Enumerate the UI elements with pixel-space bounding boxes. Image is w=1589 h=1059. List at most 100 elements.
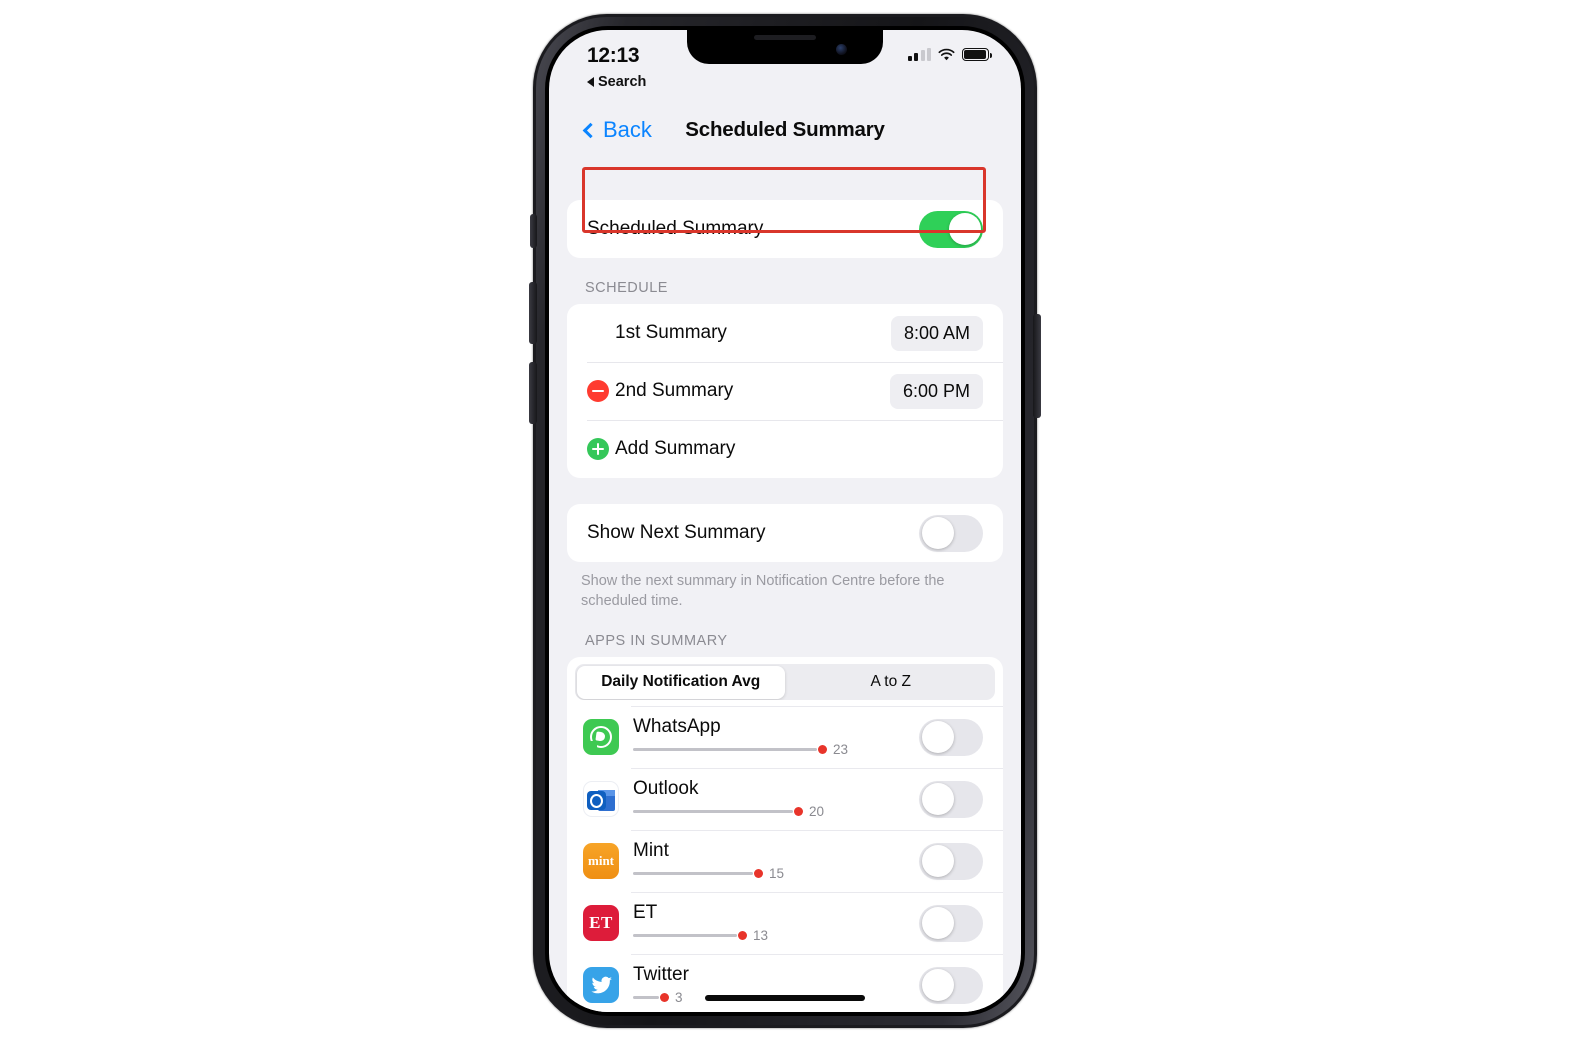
app-row-mint[interactable]: mint Mint 15 [567, 830, 1003, 892]
settings-content[interactable]: Scheduled Summary SCHEDULE 1st Summary 8 [549, 156, 1021, 1012]
volume-up-button[interactable] [529, 282, 537, 344]
notification-average-meter: 20 [633, 804, 909, 819]
app-name: Outlook [633, 778, 699, 800]
iphone-device-frame: 12:13 Search Scheduled Summary Back Sche… [529, 14, 1041, 1028]
apps-in-summary-group: Daily Notification Avg A to Z WhatsApp 2… [567, 657, 1003, 1012]
scheduled-summary-row[interactable]: Scheduled Summary [567, 200, 1003, 258]
lead-icon-slot [587, 380, 615, 402]
meter-value: 15 [769, 866, 785, 882]
schedule-row-label: 1st Summary [615, 322, 727, 343]
app-name: ET [633, 902, 658, 924]
app-info: Outlook 20 [633, 779, 919, 819]
app-name: WhatsApp [633, 716, 721, 738]
add-summary-label: Add Summary [615, 438, 736, 459]
app-toggle-twitter[interactable] [919, 966, 983, 1004]
app-row-twitter[interactable]: Twitter 3 [567, 954, 1003, 1012]
add-circle-icon[interactable] [587, 438, 609, 460]
schedule-group: 1st Summary 8:00 AM 2nd Summary 6:00 PM [567, 304, 1003, 478]
twitter-icon [583, 967, 619, 1004]
scheduled-summary-toggle[interactable] [919, 210, 983, 248]
app-row-et[interactable]: ET ET 13 [567, 892, 1003, 954]
mint-icon-label: mint [588, 853, 614, 869]
schedule-section-header: SCHEDULE [585, 280, 668, 296]
meter-dot-icon [738, 931, 747, 941]
scheduled-summary-group: Scheduled Summary [567, 200, 1003, 258]
add-summary-row[interactable]: Add Summary [567, 420, 1003, 478]
lead-icon-slot [587, 438, 615, 460]
status-indicators [907, 44, 993, 61]
meter-value: 20 [809, 804, 825, 820]
meter-value: 23 [833, 742, 849, 758]
show-next-summary-group: Show Next Summary [567, 504, 1003, 562]
back-triangle-icon [587, 77, 594, 87]
segment-daily-notification-avg[interactable]: Daily Notification Avg [576, 665, 785, 699]
show-next-summary-label: Show Next Summary [587, 522, 766, 543]
meter-dot-icon [660, 993, 669, 1003]
remove-circle-icon[interactable] [587, 380, 609, 402]
toggle-knob [948, 213, 981, 245]
meter-dot-icon [794, 807, 803, 817]
app-row-outlook[interactable]: Outlook 20 [567, 768, 1003, 830]
wifi-icon [938, 48, 955, 61]
meter-value: 3 [675, 990, 683, 1006]
apps-section-header: APPS IN SUMMARY [585, 633, 728, 650]
app-info: ET 13 [633, 903, 919, 943]
toggle-knob [921, 517, 954, 549]
notification-average-meter: 15 [633, 866, 909, 881]
scheduled-summary-label: Scheduled Summary [587, 218, 764, 239]
battery-icon [962, 48, 993, 61]
home-indicator[interactable] [705, 995, 865, 1001]
schedule-row-2nd-summary[interactable]: 2nd Summary 6:00 PM [567, 362, 1003, 420]
screenshot-canvas: 12:13 Search Scheduled Summary Back Sche… [0, 0, 1589, 1059]
meter-track [633, 933, 737, 938]
meter-track [633, 995, 659, 1000]
app-name: Twitter [633, 964, 689, 986]
show-next-summary-toggle[interactable] [919, 514, 983, 552]
app-toggle-outlook[interactable] [919, 780, 983, 818]
meter-track [633, 809, 793, 814]
notification-average-meter: 13 [633, 928, 909, 943]
whatsapp-icon [583, 719, 619, 756]
meter-dot-icon [754, 869, 763, 879]
cellular-bars-icon [907, 48, 931, 61]
show-next-summary-footnote: Show the next summary in Notification Ce… [581, 573, 945, 609]
back-button-label: Back [603, 117, 652, 142]
app-toggle-et[interactable] [919, 904, 983, 942]
sort-segmented-control[interactable]: Daily Notification Avg A to Z [575, 664, 996, 701]
time-value-2nd-summary[interactable]: 6:00 PM [889, 373, 983, 409]
et-icon-label: ET [589, 913, 613, 933]
meter-track [633, 747, 817, 752]
time-value-1st-summary[interactable]: 8:00 AM [890, 315, 983, 351]
chevron-left-icon [582, 122, 599, 139]
app-row-whatsapp[interactable]: WhatsApp 23 [567, 706, 1003, 768]
power-button[interactable] [1033, 314, 1041, 418]
app-toggle-whatsapp[interactable] [919, 718, 983, 756]
back-to-search-link[interactable]: Search [587, 74, 646, 90]
schedule-row-label: 2nd Summary [615, 380, 734, 401]
mute-switch[interactable] [530, 214, 537, 248]
toggle-knob [921, 721, 954, 754]
back-button[interactable]: Back [582, 117, 652, 143]
notification-average-meter: 23 [633, 742, 909, 757]
toggle-knob [921, 907, 954, 940]
earpiece-speaker [754, 35, 816, 40]
phone-screen: 12:13 Search Scheduled Summary Back Sche… [549, 30, 1021, 1012]
meter-dot-icon [818, 745, 827, 755]
status-time: 12:13 [587, 44, 640, 67]
app-toggle-mint[interactable] [919, 842, 983, 880]
toggle-knob [921, 783, 954, 816]
front-camera-icon [836, 44, 847, 55]
schedule-row-1st-summary[interactable]: 1st Summary 8:00 AM [567, 304, 1003, 362]
volume-down-button[interactable] [529, 362, 537, 424]
back-to-search-label: Search [598, 74, 647, 90]
app-info: WhatsApp 23 [633, 717, 919, 757]
mint-icon: mint [583, 843, 619, 880]
show-next-summary-row[interactable]: Show Next Summary [567, 504, 1003, 562]
app-info: Mint 15 [633, 841, 919, 881]
outlook-icon [583, 781, 619, 818]
meter-track [633, 871, 753, 876]
device-bezel: 12:13 Search Scheduled Summary Back Sche… [545, 26, 1025, 1016]
segment-a-to-z[interactable]: A to Z [787, 664, 996, 700]
sort-segmented-control-wrapper: Daily Notification Avg A to Z [567, 657, 1003, 706]
navigation-bar: Scheduled Summary Back [549, 104, 1021, 156]
